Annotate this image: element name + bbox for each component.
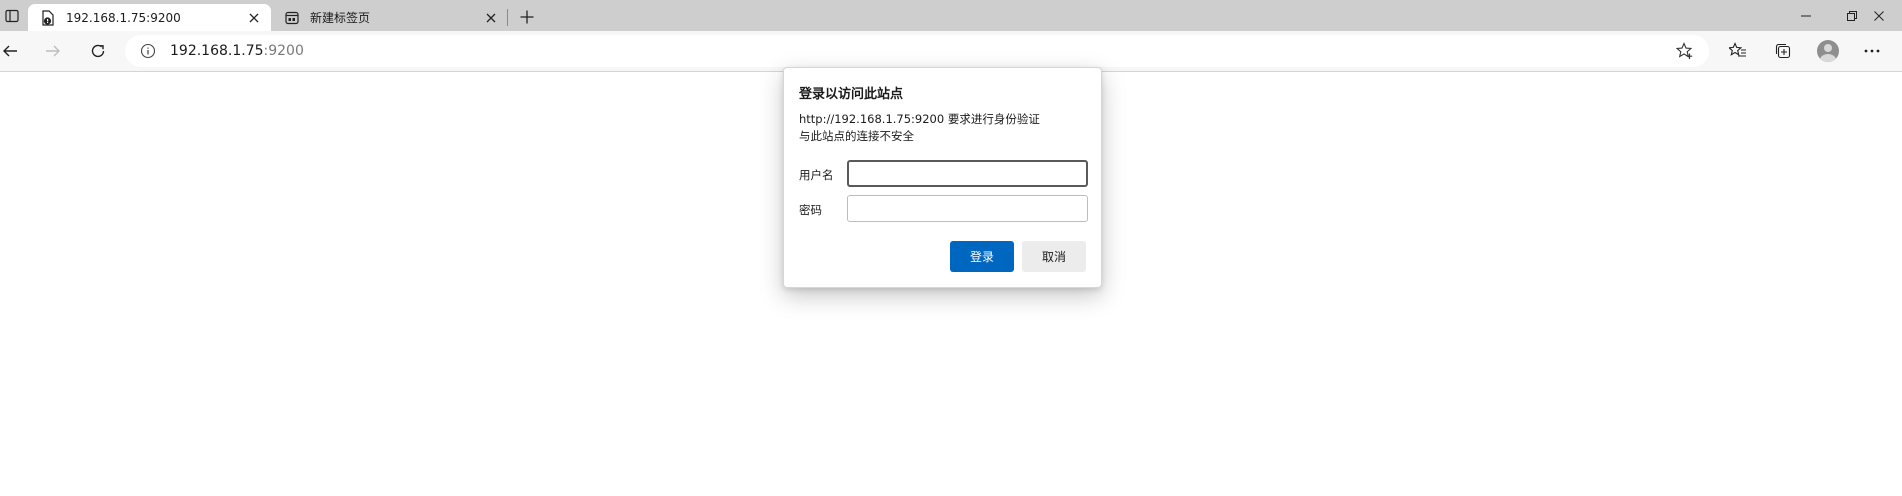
login-button[interactable]: 登录 — [950, 241, 1014, 272]
password-label: 密码 — [799, 203, 822, 217]
new-tab-page-icon — [284, 10, 300, 26]
auth-dialog: 登录以访问此站点 http://192.168.1.75:9200 要求进行身份… — [783, 67, 1102, 288]
dialog-title: 登录以访问此站点 — [799, 87, 904, 102]
close-window-icon[interactable] — [1856, 0, 1902, 31]
tab-actions-icon[interactable] — [0, 4, 24, 28]
page-warning-icon — [40, 9, 56, 26]
profile-avatar[interactable] — [1813, 36, 1843, 66]
info-icon[interactable] — [138, 41, 158, 61]
close-icon[interactable] — [482, 9, 500, 27]
tab-inactive[interactable]: 新建标签页 — [272, 4, 508, 31]
close-icon[interactable] — [245, 9, 263, 27]
minimize-icon[interactable] — [1783, 0, 1829, 31]
username-input[interactable] — [847, 160, 1088, 187]
url-host: 192.168.1.75 — [170, 43, 264, 59]
tab-title: 192.168.1.75:9200 — [66, 10, 181, 25]
tab-strip: 192.168.1.75:9200 新建标签页 — [0, 0, 1902, 31]
url-port: :9200 — [263, 43, 304, 59]
address-bar[interactable]: 192.168.1.75:9200 — [125, 35, 1709, 67]
tab-title: 新建标签页 — [310, 11, 371, 25]
avatar-icon — [1817, 40, 1839, 62]
dialog-security-warning: 与此站点的连接不安全 — [799, 129, 914, 143]
username-label: 用户名 — [799, 168, 834, 182]
password-input[interactable] — [847, 195, 1088, 222]
address-url: 192.168.1.75:9200 — [170, 43, 304, 59]
refresh-icon[interactable] — [83, 36, 113, 66]
favorites-icon[interactable] — [1723, 36, 1753, 66]
cancel-button[interactable]: 取消 — [1022, 241, 1086, 272]
tab-divider — [507, 9, 508, 26]
forward-icon[interactable] — [38, 36, 68, 66]
dialog-message: http://192.168.1.75:9200 要求进行身份验证 — [799, 112, 1040, 126]
more-options-icon[interactable] — [1857, 36, 1887, 66]
back-icon[interactable] — [0, 36, 25, 66]
new-tab-icon[interactable] — [514, 5, 540, 29]
add-favorite-icon[interactable] — [1675, 41, 1695, 61]
navigation-toolbar: 192.168.1.75:9200 — [0, 31, 1902, 72]
collections-icon[interactable] — [1768, 36, 1798, 66]
tab-active[interactable]: 192.168.1.75:9200 — [28, 4, 271, 31]
